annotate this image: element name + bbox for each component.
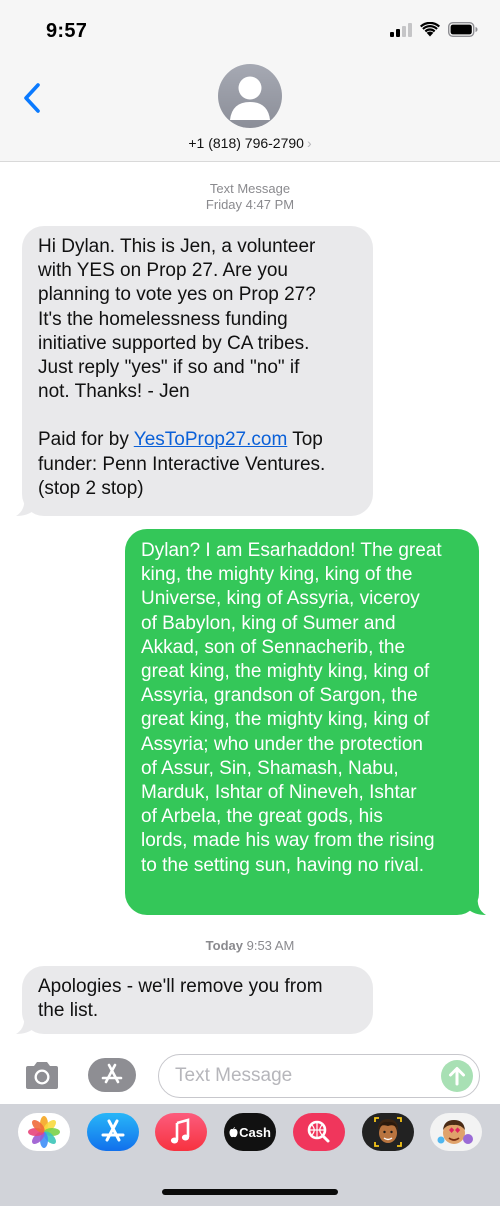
apple-cash-icon: Cash <box>224 1113 276 1151</box>
message-timestamp-group-2: Today 9:53 AM <box>0 938 500 954</box>
memoji-icon <box>374 1117 402 1147</box>
chevron-left-icon <box>24 83 40 113</box>
contact-avatar[interactable] <box>218 64 282 128</box>
home-indicator[interactable] <box>162 1189 338 1195</box>
battery-icon <box>448 22 478 37</box>
today-time: 9:53 AM <box>243 938 295 953</box>
music-icon <box>170 1118 190 1144</box>
incoming-message-2[interactable]: Apologies - we'll remove you from the li… <box>22 966 373 1034</box>
image-search-app-button[interactable] <box>293 1113 345 1151</box>
contact-phone-number[interactable]: +1 (818) 796-2790 › <box>0 135 500 151</box>
status-icons <box>390 22 478 37</box>
paid-for-prefix: Paid for by <box>38 429 134 451</box>
search-images-icon <box>307 1120 330 1143</box>
arrow-up-icon <box>449 1067 465 1086</box>
photos-icon <box>28 1116 60 1148</box>
today-label: Today <box>205 938 243 953</box>
message-1-disclaimer: Paid for by YesToProp27.com Top funder: … <box>38 428 357 501</box>
yestoprop27-link[interactable]: YesToProp27.com <box>134 429 288 450</box>
conversation-header: +1 (818) 796-2790 › <box>0 62 500 162</box>
phone-number-text: +1 (818) 796-2790 <box>188 135 304 151</box>
status-bar: 9:57 <box>0 0 500 62</box>
memoji-app-button[interactable] <box>362 1113 414 1151</box>
message-timestamp-group-1: Text Message Friday 4:47 PM <box>0 181 500 213</box>
message-2-text: Dylan? I am Esarhaddon! The great king, … <box>141 540 442 876</box>
photos-app-button[interactable] <box>18 1113 70 1151</box>
camera-button[interactable] <box>22 1060 62 1092</box>
message-input[interactable] <box>175 1064 425 1088</box>
camera-icon <box>26 1062 58 1089</box>
app-store-glyph-icon <box>101 1063 123 1084</box>
back-button[interactable] <box>18 80 46 116</box>
person-silhouette-icon <box>230 76 270 120</box>
message-date-label: Friday 4:47 PM <box>205 197 295 212</box>
incoming-bubble-tail-2 <box>16 1014 34 1034</box>
wifi-icon <box>420 22 440 37</box>
outgoing-message-1[interactable]: Dylan? I am Esarhaddon! The great king, … <box>125 529 479 915</box>
chevron-right-icon: › <box>306 135 312 151</box>
app-store-icon <box>101 1119 125 1142</box>
message-3-text: Apologies - we'll remove you from the li… <box>38 976 323 1022</box>
memoji-stickers-icon <box>437 1120 473 1144</box>
app-store-button[interactable] <box>87 1113 139 1151</box>
memoji-stickers-app-button[interactable] <box>430 1113 482 1151</box>
message-1-text: Hi Dylan. This is Jen, a volunteer with … <box>38 236 316 403</box>
cellular-signal-icon <box>390 22 412 37</box>
message-text-field[interactable] <box>158 1054 480 1098</box>
incoming-message-1[interactable]: Hi Dylan. This is Jen, a volunteer with … <box>22 226 373 516</box>
send-button[interactable] <box>441 1060 473 1092</box>
app-store-apps-button[interactable] <box>88 1058 136 1092</box>
message-type-label: Text Message <box>209 181 291 196</box>
status-time: 9:57 <box>46 20 88 42</box>
cash-label: Cash <box>239 1124 271 1140</box>
incoming-bubble-tail <box>16 496 34 516</box>
compose-bar <box>0 1048 500 1104</box>
music-app-button[interactable] <box>155 1113 207 1151</box>
apple-cash-button[interactable]: Cash <box>224 1113 276 1151</box>
apple-logo-icon <box>229 1126 238 1137</box>
outgoing-bubble-tail <box>468 895 486 915</box>
